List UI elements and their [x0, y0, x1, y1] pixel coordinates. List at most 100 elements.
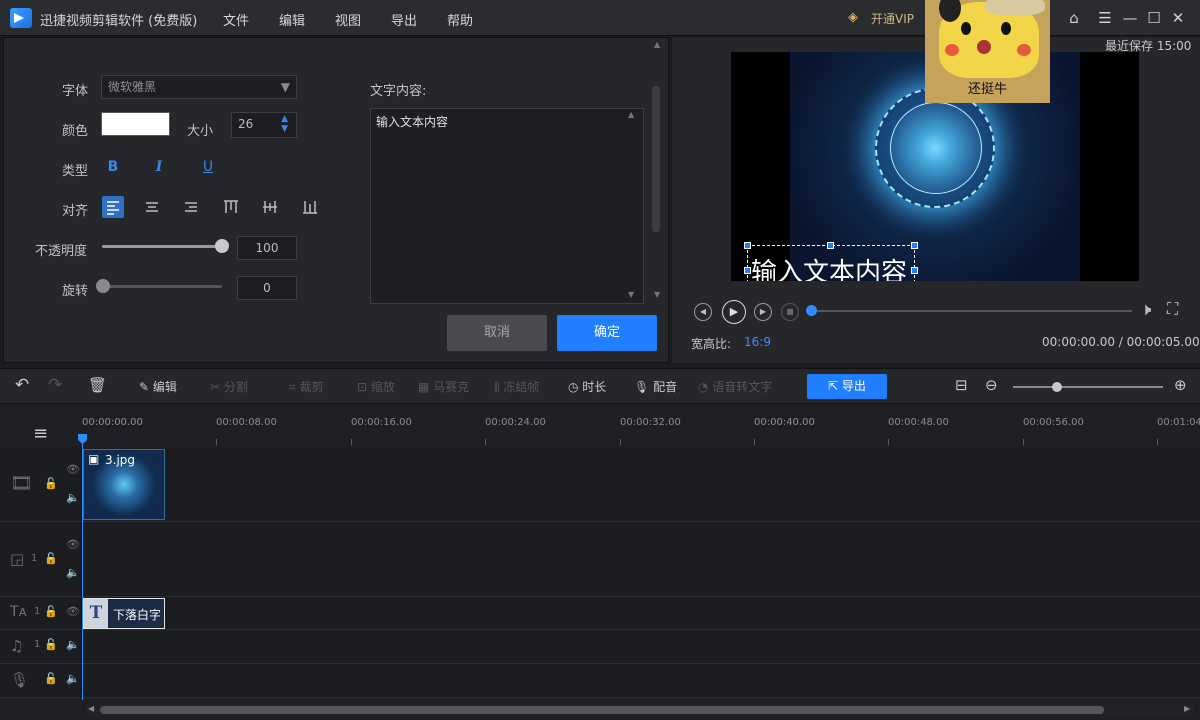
lock-icon[interactable]: 🔓 — [44, 477, 58, 490]
split-tool[interactable]: ✂ 分割 — [210, 378, 248, 395]
minimize-icon[interactable]: — — [1120, 8, 1140, 28]
freeze-tool[interactable]: ⫼ 冻结帧 — [494, 378, 539, 395]
align-center-button[interactable] — [141, 196, 163, 218]
timeline-zoom-slider[interactable] — [1013, 386, 1163, 388]
maximize-icon[interactable]: ☐ — [1144, 8, 1164, 28]
size-stepper[interactable]: 26 ▲ ▼ — [231, 112, 297, 138]
chevron-down-icon: ▼ — [280, 80, 290, 94]
timeline-zoom-knob[interactable] — [1052, 382, 1062, 392]
resize-handle[interactable] — [911, 242, 918, 249]
panel-scrollbar[interactable] — [652, 86, 660, 232]
clock-icon: ◷ — [568, 380, 583, 394]
home-icon[interactable]: ⌂ — [1064, 8, 1084, 28]
export-button[interactable]: ⇱ 导出 — [807, 374, 887, 399]
menu-edit[interactable]: 编辑 — [279, 10, 305, 29]
underline-button[interactable]: U — [197, 156, 219, 178]
font-select[interactable]: 微软雅黑 ▼ — [101, 75, 297, 99]
text-clip[interactable]: T 下落白字 — [83, 598, 165, 629]
vip-diamond-icon[interactable]: ◈ — [848, 10, 863, 25]
ruler-tick: 00:00:16.00 — [351, 417, 412, 428]
font-label: 字体 — [62, 84, 89, 99]
scroll-right-icon[interactable]: ▶ — [1184, 704, 1190, 713]
rotate-slider[interactable] — [102, 285, 222, 288]
resize-handle[interactable] — [911, 267, 918, 274]
text-content-input[interactable]: 输入文本内容 — [370, 108, 644, 304]
menu-icon[interactable]: ☰ — [1095, 8, 1115, 28]
opacity-slider[interactable] — [102, 245, 222, 248]
volume-icon[interactable]: 🔈 — [66, 672, 80, 685]
panel-scroll-up-icon[interactable]: ▲ — [654, 40, 660, 49]
lock-icon[interactable]: 🔓 — [44, 605, 58, 618]
playback-progress-knob[interactable] — [806, 305, 817, 316]
fullscreen-icon[interactable]: ⛶ — [1167, 299, 1178, 319]
zoom-tool[interactable]: ⊡ 缩放 — [357, 378, 395, 395]
speech-to-text-tool[interactable]: ◔ 语音转文字 — [698, 378, 772, 395]
stepper-down-icon[interactable]: ▼ — [281, 118, 288, 140]
rotate-slider-knob[interactable] — [96, 279, 110, 293]
menu-help[interactable]: 帮助 — [447, 10, 473, 29]
duration-tool[interactable]: ◷ 时长 — [568, 378, 606, 395]
resize-handle[interactable] — [744, 242, 751, 249]
fit-timeline-icon[interactable]: ⊟ — [955, 376, 968, 394]
play-button[interactable]: ▶ — [722, 300, 746, 324]
align-right-button[interactable] — [180, 196, 202, 218]
textarea-scroll-up-icon[interactable]: ▲ — [628, 110, 634, 119]
opacity-slider-knob[interactable] — [215, 239, 229, 253]
redo-icon[interactable]: ↷ — [48, 375, 62, 395]
confirm-button[interactable]: 确定 — [557, 315, 657, 351]
timeline-scroll-thumb[interactable] — [100, 706, 1104, 714]
textarea-scroll-down-icon[interactable]: ▼ — [628, 290, 634, 299]
zoom-out-icon[interactable]: ⊖ — [985, 376, 998, 394]
lock-icon[interactable]: 🔓 — [44, 552, 58, 565]
freeze-icon: ⫼ — [494, 380, 504, 394]
timeline: ≡ 00:00:00.00 00:00:08.00 00:00:16.00 00… — [0, 405, 1200, 720]
volume-icon[interactable]: 🕨 — [1140, 299, 1151, 320]
add-track-icon[interactable]: ≡ — [33, 423, 48, 444]
mosaic-tool[interactable]: ▦ 马赛克 — [418, 378, 469, 395]
video-clip[interactable]: ▣ 3.jpg — [83, 449, 165, 520]
delete-icon[interactable]: 🗑 — [88, 376, 107, 394]
align-bottom-button[interactable] — [299, 196, 321, 218]
lock-icon[interactable]: 🔓 — [44, 672, 58, 685]
cancel-button[interactable]: 取消 — [447, 315, 547, 351]
timeline-scrollbar[interactable]: ◀ ▶ — [86, 704, 1194, 716]
playhead[interactable] — [82, 434, 83, 700]
italic-button[interactable]: I — [148, 156, 170, 178]
volume-icon[interactable]: 🔈 — [66, 491, 80, 504]
eye-icon[interactable]: 👁 — [66, 463, 80, 476]
align-top-button[interactable] — [220, 196, 242, 218]
align-middle-button[interactable] — [259, 196, 281, 218]
stop-icon[interactable]: ■ — [781, 303, 799, 321]
bold-button[interactable]: B — [102, 156, 124, 178]
crop-tool[interactable]: ⌗ 裁剪 — [289, 378, 324, 395]
eye-icon[interactable]: 👁 — [66, 605, 80, 618]
close-icon[interactable]: ✕ — [1168, 8, 1188, 28]
volume-icon[interactable]: 🔈 — [66, 638, 80, 651]
dub-tool[interactable]: 🎙 配音 — [634, 378, 677, 395]
edit-tool[interactable]: ✎ 编辑 — [139, 378, 177, 395]
opacity-input[interactable]: 100 — [237, 236, 297, 260]
menu-export[interactable]: 导出 — [391, 10, 417, 29]
next-frame-icon[interactable]: ▶ — [754, 303, 772, 321]
playback-progress-bar[interactable] — [810, 310, 1132, 312]
menu-file[interactable]: 文件 — [223, 10, 249, 29]
undo-icon[interactable]: ↶ — [15, 375, 29, 395]
panel-scroll-down-icon[interactable]: ▼ — [654, 290, 660, 299]
volume-icon[interactable]: 🔈 — [66, 566, 80, 579]
time-ruler[interactable]: 00:00:00.00 00:00:08.00 00:00:16.00 00:0… — [82, 417, 1200, 447]
aspect-ratio-select[interactable]: 16:9 — [744, 335, 771, 349]
prev-frame-icon[interactable]: ◀ — [694, 303, 712, 321]
overlay-text: 输入文本内容 — [751, 258, 908, 281]
vip-button[interactable]: 开通VIP — [871, 10, 914, 27]
eye-icon[interactable]: 👁 — [66, 538, 80, 551]
resize-handle[interactable] — [744, 267, 751, 274]
rotate-input[interactable]: 0 — [237, 276, 297, 300]
zoom-in-icon[interactable]: ⊕ — [1174, 376, 1187, 394]
app-title: 迅捷视频剪辑软件 (免费版) — [40, 14, 198, 29]
align-left-button[interactable] — [102, 196, 124, 218]
color-swatch[interactable] — [101, 112, 170, 136]
scroll-left-icon[interactable]: ◀ — [88, 704, 94, 713]
resize-handle[interactable] — [827, 242, 834, 249]
lock-icon[interactable]: 🔓 — [44, 638, 58, 651]
menu-view[interactable]: 视图 — [335, 10, 361, 29]
